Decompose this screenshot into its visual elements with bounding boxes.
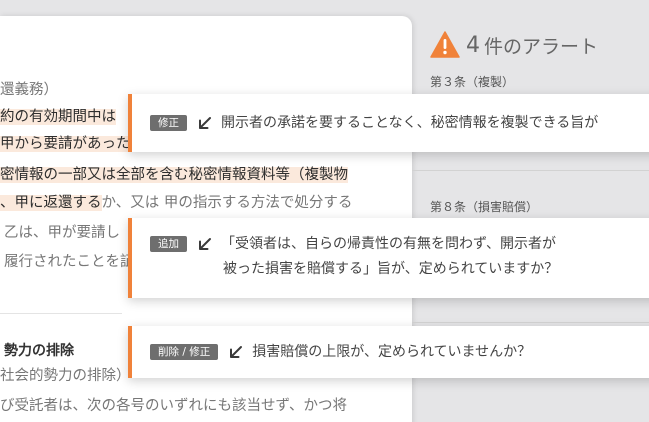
doc-highlight[interactable]: 密情報の一部又は全部を含む秘密情報資料等（複製物 [0,167,348,183]
article-label-3: 第３条（複製） [430,75,515,89]
doc-line-3[interactable]: 甲から要請があった [0,132,131,157]
doc-text: 履行されたことを証 [4,254,135,270]
divider [0,313,122,314]
doc-text: 乙は、甲が要請し [4,225,120,241]
doc-line-7: 履行されたことを証 [4,250,135,275]
doc-text: 社会的勢力の排除） [0,368,131,384]
doc-line-8: 勢力の排除 [4,339,74,364]
warning-icon [430,31,460,58]
arrow-down-left-icon [199,238,211,250]
arrow-down-left-icon [199,117,211,129]
alert-text-line: 被った損害を賠償する」旨が、定められていますか？ [223,261,559,277]
doc-line-4[interactable]: 密情報の一部又は全部を含む秘密情報資料等（複製物 [0,163,348,188]
alert-text-line: 「受領者は、自らの帰責性の有無を問わず、開示者が [221,236,557,252]
alert-text: 損害賠償の上限が、定められていませんか？ [252,340,531,365]
separator [412,322,649,323]
alert-text: 開示者の承諾を要することなく、秘密情報を複製できる旨が [221,111,598,136]
alert-tag: 追加 [150,236,187,252]
doc-line-5[interactable]: 、甲に返還するか、又は 甲の指示する方法で処分する [0,191,352,216]
doc-highlight[interactable]: 約の有効期間中は [0,109,116,125]
section-title: 勢力の排除 [4,343,74,359]
alert-card-2[interactable]: 追加 「受領者は、自らの帰責性の有無を問わず、開示者が 被った損害を賠償する」旨… [128,218,649,298]
doc-line-2[interactable]: 約の有効期間中は [0,105,116,130]
doc-highlight[interactable]: 甲から要請があった [0,136,131,152]
article-label-8: 第８条（損害賠償） [430,200,539,214]
doc-text: か、又は 甲の指示する方法で処分する [101,195,353,211]
alert-text: 「受領者は、自らの帰責性の有無を問わず、開示者が 被った損害を賠償する」旨が、定… [221,232,558,282]
doc-text: 還義務） [0,82,58,98]
doc-text: び受託者は、次の各号のいずれにも該当せず、かつ将 [0,398,347,414]
doc-line-6: 乙は、甲が要請し [4,221,120,246]
alert-card-3[interactable]: 削除 / 修正 損害賠償の上限が、定められていませんか？ [128,326,649,378]
doc-line-1: 還義務） [0,78,58,103]
doc-line-9: 社会的勢力の排除） [0,364,131,389]
separator [412,170,649,171]
alerts-header: 4 件のアラート [430,29,598,61]
alert-text-line: 開示者の承諾を要することなく、秘密情報を複製できる旨が [221,115,599,131]
alert-card-1[interactable]: 修正 開示者の承諾を要することなく、秘密情報を複製できる旨が [128,94,649,152]
alert-tag: 修正 [150,115,187,131]
arrow-down-left-icon [230,346,243,358]
doc-line-10: び受託者は、次の各号のいずれにも該当せず、かつ将 [0,394,347,419]
alerts-title: 件のアラート [484,35,599,58]
doc-highlight[interactable]: 、甲に返還する [0,195,102,211]
alert-tag: 削除 / 修正 [150,344,219,360]
alerts-count: 4 [466,32,480,58]
alert-text-line: 損害賠償の上限が、定められていませんか？ [252,344,532,360]
